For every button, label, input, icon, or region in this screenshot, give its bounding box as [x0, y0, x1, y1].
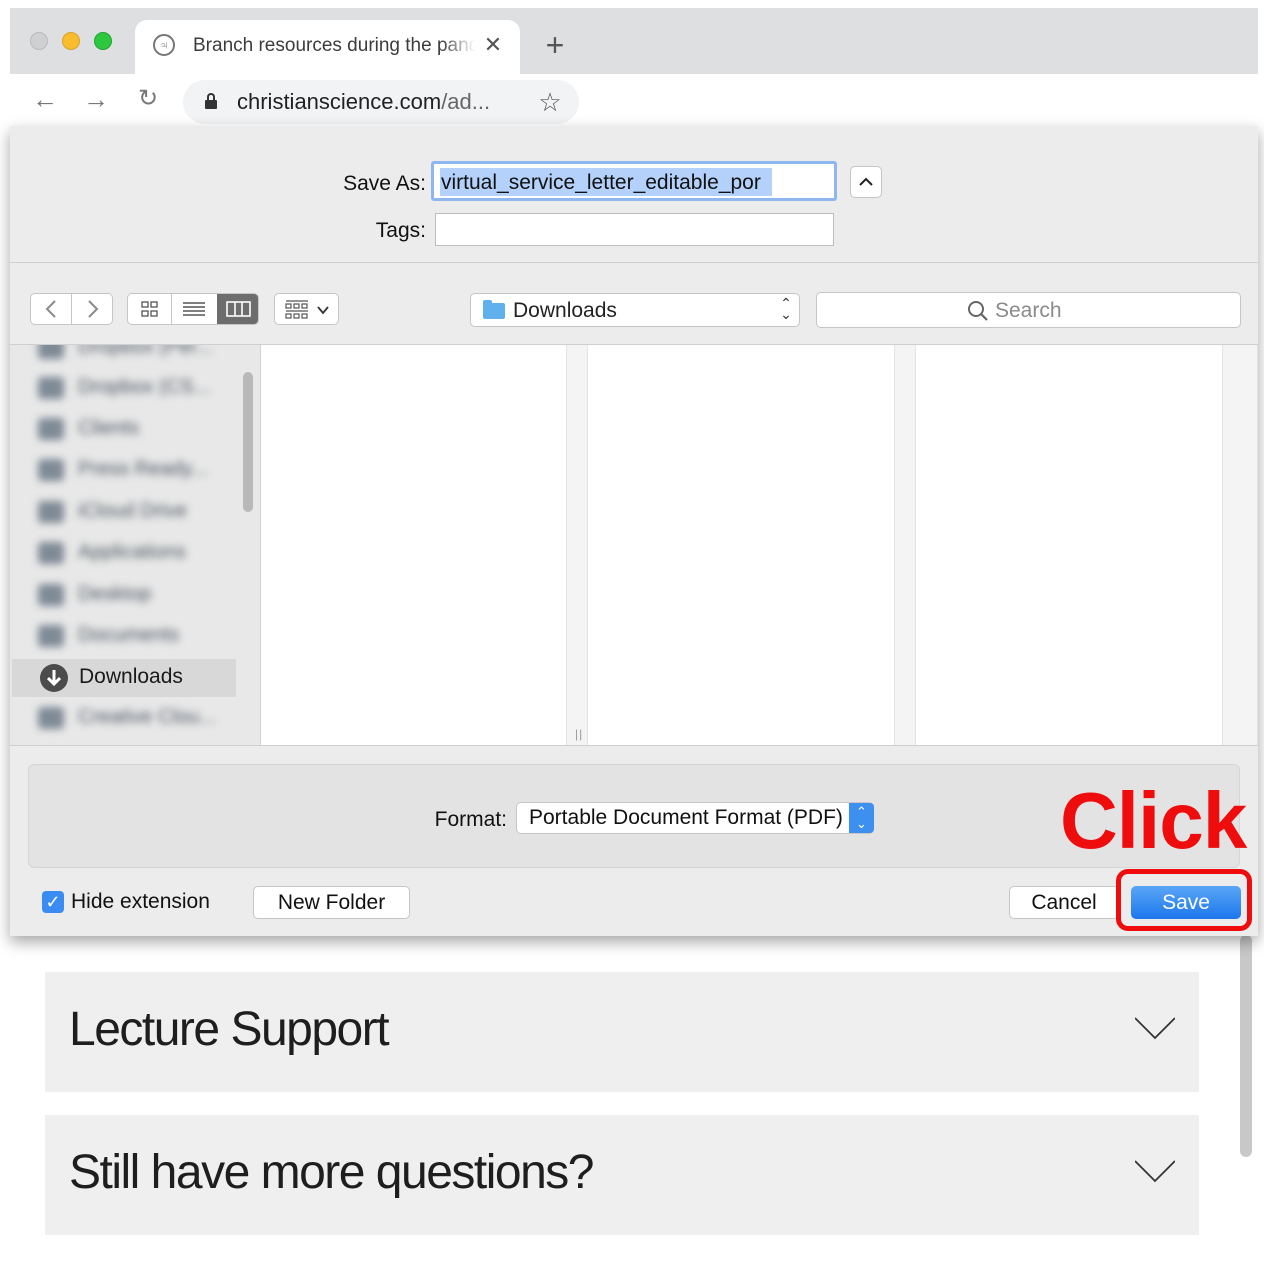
format-select[interactable]: Portable Document Format (PDF) ⌃ ⌄: [516, 802, 874, 834]
format-panel: Format: Portable Document Format (PDF) ⌃…: [28, 764, 1240, 868]
browser-chrome: ♃ Branch resources during the pandemic ✕…: [10, 8, 1258, 126]
column-divider[interactable]: ||: [566, 345, 588, 745]
divider: [10, 745, 1258, 746]
new-tab-button[interactable]: +: [540, 29, 570, 61]
column-view-icon: [226, 301, 251, 317]
sidebar-item-blurred[interactable]: Creative Clou...: [38, 703, 228, 733]
location-popup[interactable]: Downloads ⌃ ⌄: [470, 293, 800, 327]
search-icon: [968, 301, 988, 321]
window-minimize-button[interactable]: [62, 32, 80, 50]
folder-icon: [483, 300, 505, 319]
sidebar-item-blurred[interactable]: Documents: [38, 621, 228, 651]
chevron-down-icon: [317, 306, 329, 315]
download-icon: [40, 664, 68, 692]
sidebar-scrollbar[interactable]: [243, 372, 253, 512]
save-as-label: Save As:: [343, 172, 426, 195]
chevron-down-icon: [1135, 1160, 1175, 1183]
address-bar[interactable]: christianscience.com/ad... ☆: [183, 80, 579, 124]
browser-tab[interactable]: ♃ Branch resources during the pandemic ✕: [135, 20, 520, 76]
hide-extension-label[interactable]: Hide extension: [71, 890, 210, 914]
back-chevron-icon[interactable]: [43, 300, 59, 318]
hide-extension-checkbox[interactable]: ✓: [42, 891, 64, 913]
bookmark-star-icon[interactable]: ☆: [535, 87, 565, 117]
click-annotation-text: Click: [1060, 776, 1247, 865]
forward-chevron-icon[interactable]: [85, 300, 101, 318]
accordion-title: Still have more questions?: [69, 1146, 594, 1199]
chevron-down-icon: [1135, 1017, 1175, 1040]
tags-label: Tags:: [375, 219, 426, 242]
divider: [10, 262, 1258, 263]
search-placeholder: Search: [995, 299, 1062, 322]
close-icon[interactable]: ✕: [481, 31, 505, 59]
accordion-title: Lecture Support: [69, 1003, 390, 1056]
url-host: christianscience.com: [237, 89, 442, 114]
url-text[interactable]: christianscience.com/ad...: [237, 89, 527, 115]
resize-grip-icon[interactable]: ||: [575, 727, 583, 741]
reload-icon[interactable]: ↻: [133, 84, 163, 114]
sidebar-item-blurred[interactable]: Dropbox (CS...: [38, 373, 228, 403]
window-close-button[interactable]: [30, 32, 48, 50]
save-button-highlight-box: [1116, 869, 1252, 931]
forward-arrow-icon[interactable]: →: [81, 84, 111, 114]
format-value: Portable Document Format (PDF): [529, 806, 843, 829]
column-view-button[interactable]: [217, 294, 258, 324]
sidebar-item-blurred[interactable]: Applications: [38, 538, 228, 568]
updown-arrows-icon: ⌃ ⌄: [849, 803, 874, 833]
browser-toolbar: ← → ↻ christianscience.com/ad... ☆: [10, 74, 1258, 126]
sidebar: Dropbox (Per... Dropbox (CS... Clients P…: [10, 345, 260, 745]
accordion-more-questions[interactable]: Still have more questions?: [45, 1115, 1199, 1235]
column-divider[interactable]: [894, 345, 916, 745]
page-scrollbar[interactable]: [1240, 935, 1252, 1157]
format-label: Format:: [434, 808, 507, 831]
url-path: /ad...: [441, 89, 491, 114]
sidebar-item-blurred[interactable]: Clients: [38, 414, 228, 444]
new-folder-button[interactable]: New Folder: [253, 886, 410, 919]
filename-value: virtual_service_letter_editable_por: [441, 171, 761, 194]
sidebar-item-blurred[interactable]: Desktop: [38, 580, 228, 610]
icon-view-icon[interactable]: [141, 301, 159, 317]
sidebar-item-blurred[interactable]: Dropbox (Per...: [38, 345, 228, 363]
tab-title: Branch resources during the pandemic: [193, 35, 475, 56]
list-view-icon[interactable]: [183, 301, 205, 317]
window-maximize-button[interactable]: [94, 32, 112, 50]
collapse-dialog-button[interactable]: [850, 166, 882, 198]
lock-icon: [205, 93, 217, 109]
column-browser[interactable]: ||: [261, 345, 1258, 745]
group-by-button[interactable]: [274, 293, 339, 325]
back-arrow-icon[interactable]: ←: [30, 84, 60, 114]
search-input[interactable]: Search: [816, 292, 1241, 328]
tags-field[interactable]: [435, 213, 834, 246]
cancel-button[interactable]: Cancel: [1009, 886, 1119, 919]
tab-bar: ♃ Branch resources during the pandemic ✕…: [10, 8, 1258, 76]
location-label: Downloads: [513, 299, 617, 322]
sidebar-item-label: Downloads: [79, 665, 183, 688]
site-favicon-icon: ♃: [153, 34, 175, 56]
accordion-lecture-support[interactable]: Lecture Support: [45, 972, 1199, 1092]
group-icon: [285, 300, 308, 319]
chevron-up-icon: [859, 177, 873, 186]
nav-segmented-control: [30, 293, 113, 325]
sidebar-item-blurred[interactable]: iCloud Drive: [38, 497, 228, 527]
updown-arrows-icon: ⌃ ⌄: [780, 295, 792, 322]
sidebar-item-downloads[interactable]: Downloads: [12, 659, 236, 697]
column-divider[interactable]: [1222, 345, 1258, 745]
view-mode-control: [127, 293, 259, 325]
sidebar-item-blurred[interactable]: Press Ready...: [38, 455, 228, 485]
